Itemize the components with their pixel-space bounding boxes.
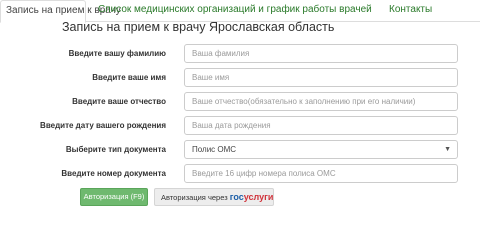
birthdate-input[interactable]	[184, 116, 458, 135]
tab-bar: Запись на прием к врачу Список медицинск…	[0, 0, 480, 23]
name-input[interactable]	[184, 68, 458, 87]
chevron-down-icon: ▼	[444, 146, 451, 153]
gosuslugi-logo: госуслуги	[230, 192, 274, 202]
gosuslugi-logo-gos: гос	[229, 192, 244, 202]
form-title: Запись на прием к врачу Ярославская обла…	[62, 20, 335, 34]
tab-organizations-schedule[interactable]: Список медицинских организаций и график …	[93, 0, 377, 22]
patronymic-label: Введите ваше отчество	[72, 97, 166, 106]
document-type-value: Полис ОМС	[192, 145, 237, 154]
document-type-label: Выберите тип документа	[65, 145, 166, 154]
document-number-input[interactable]	[184, 164, 458, 183]
name-label: Введите ваше имя	[92, 73, 166, 82]
tab-contacts[interactable]: Контакты	[384, 0, 437, 22]
surname-label: Введите вашу фамилию	[68, 49, 166, 58]
gosuslugi-logo-uslugi: услуги	[243, 192, 274, 202]
auth-button[interactable]: Авторизация (F9)	[80, 188, 148, 206]
birthdate-label: Введите дату вашего рождения	[40, 121, 166, 130]
gosuslugi-prefix: Авторизация через	[161, 193, 228, 202]
document-type-select[interactable]: Полис ОМС ▼	[184, 140, 458, 159]
surname-input[interactable]	[184, 44, 458, 63]
document-number-label: Введите номер документа	[61, 169, 166, 178]
gosuslugi-auth-button[interactable]: Авторизация через госуслуги	[154, 188, 274, 206]
patronymic-input[interactable]	[184, 92, 458, 111]
